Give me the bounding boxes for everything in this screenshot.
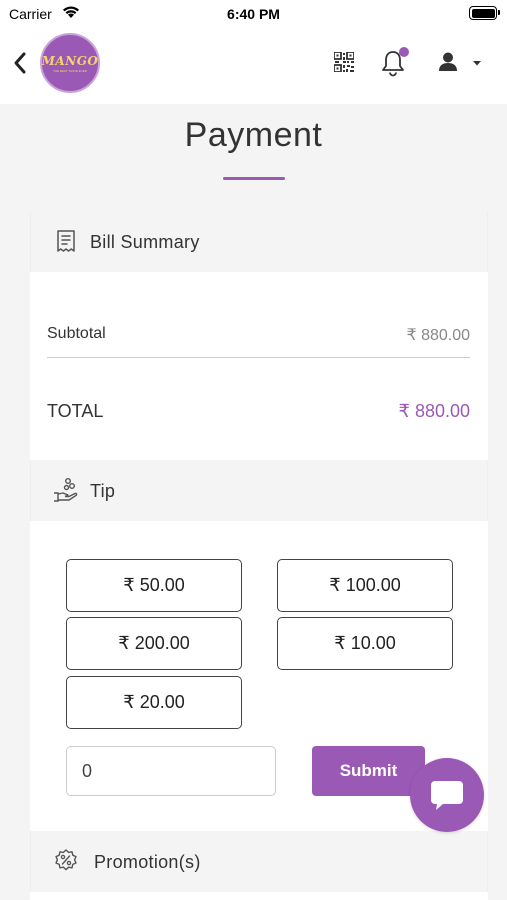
restaurant-logo[interactable]: MANGO THE BEST TASTE EVER <box>40 33 100 93</box>
qr-code-icon <box>333 51 355 73</box>
back-button[interactable] <box>8 48 32 78</box>
tip-heading: Tip <box>90 481 116 501</box>
summary-divider <box>47 357 470 358</box>
logo-text: MANGO <box>41 53 99 68</box>
bill-summary-card: Subtotal ₹ 880.00 TOTAL ₹ 880.00 <box>30 272 488 460</box>
clock-time: 6:40 PM <box>227 6 280 22</box>
receipt-icon <box>53 228 79 254</box>
promotions-card <box>30 892 488 900</box>
logo-subtext: THE BEST TASTE EVER <box>53 68 87 73</box>
submit-tip-button[interactable]: Submit <box>312 746 425 796</box>
custom-tip-input[interactable] <box>66 746 276 796</box>
tip-option-50-button[interactable]: ₹ 50.00 <box>66 559 242 612</box>
bill-summary-header: Bill Summary <box>30 212 488 272</box>
status-bar: Carrier 6:40 PM <box>0 0 507 28</box>
total-label: TOTAL <box>47 401 104 421</box>
tip-option-10-button[interactable]: ₹ 10.00 <box>277 617 453 670</box>
tip-hand-icon <box>53 477 79 503</box>
tip-header: Tip <box>30 461 488 521</box>
qr-code-button[interactable] <box>333 51 355 73</box>
user-icon <box>439 52 481 71</box>
title-underline <box>223 177 285 180</box>
promotions-heading: Promotion(s) <box>94 852 201 872</box>
tip-option-200-button[interactable]: ₹ 200.00 <box>66 617 242 670</box>
discount-badge-icon <box>53 848 79 874</box>
notification-dot <box>399 47 409 57</box>
subtotal-label: Subtotal <box>47 325 106 342</box>
page-title: Payment <box>184 116 323 154</box>
tip-option-100-button[interactable]: ₹ 100.00 <box>277 559 453 612</box>
subtotal-value: ₹ 880.00 <box>406 327 470 344</box>
promotions-header[interactable]: Promotion(s) <box>30 832 488 892</box>
bill-summary-heading: Bill Summary <box>90 232 200 252</box>
chat-button[interactable] <box>410 758 484 832</box>
user-menu-button[interactable] <box>438 51 484 75</box>
battery-icon <box>469 6 500 20</box>
back-chevron-icon <box>14 52 26 74</box>
total-value: ₹ 880.00 <box>398 401 470 421</box>
app-header: MANGO THE BEST TASTE EVER <box>0 28 507 104</box>
tip-option-20-button[interactable]: ₹ 20.00 <box>66 676 242 729</box>
caret-down-icon <box>473 61 481 66</box>
chat-bubble-icon <box>431 781 463 810</box>
